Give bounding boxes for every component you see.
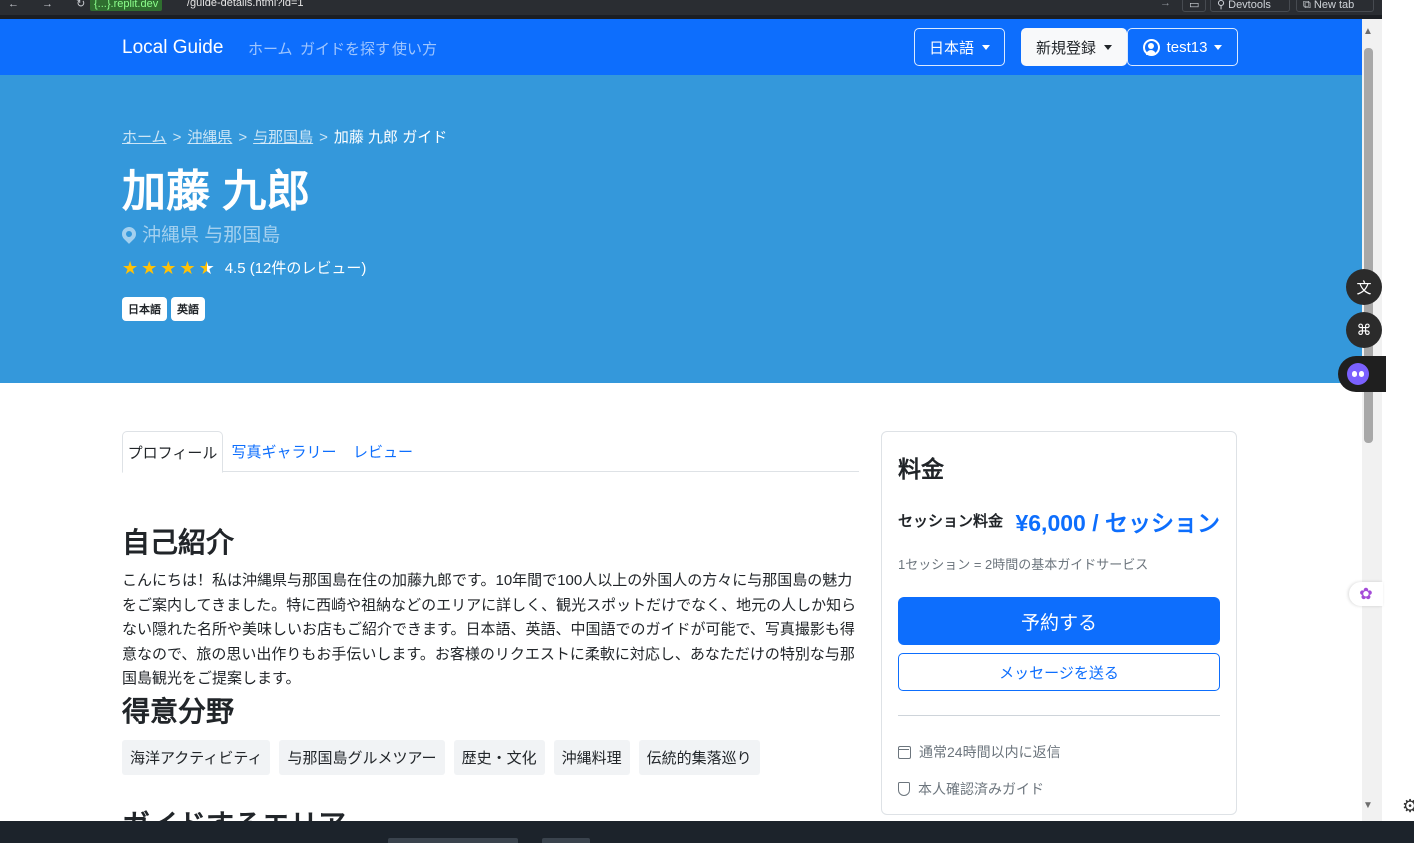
- taskbar-item[interactable]: [388, 838, 518, 843]
- devtools-label: Devtools: [1228, 0, 1271, 11]
- taskbar: [0, 821, 1414, 843]
- guide-name: 加藤 九郎: [122, 167, 311, 216]
- rating-text: 4.5 (12件のレビュー): [224, 260, 367, 277]
- star-icon: ★: [160, 257, 177, 278]
- chevron-down-icon: [982, 44, 990, 50]
- specialty-tag: 伝統的集落巡り: [638, 740, 760, 775]
- page-viewport: Local Guide ホーム ガイドを探す 使い方 日本語 新規登録 test…: [0, 19, 1362, 821]
- specialty-tag: 歴史・文化: [453, 740, 545, 775]
- session-fee-label: セッション料金: [898, 513, 1004, 530]
- browser-side-strip: [1382, 0, 1414, 843]
- breadcrumb-area[interactable]: 与那国島: [253, 129, 313, 146]
- divider: [898, 715, 1220, 716]
- session-price: ¥6,000 / セッション: [1015, 510, 1220, 536]
- language-badges: 日本語 英語: [122, 297, 205, 321]
- intro-text: こんにちは！私は沖縄県与那国島在住の加藤九郎です。10年間で100人以上の外国人…: [122, 572, 857, 687]
- guide-rating: ★ ★ ★ ★ ★ 4.5 (12件のレビュー): [122, 257, 366, 278]
- tab-profile[interactable]: プロフィール: [122, 431, 223, 473]
- language-badge: 英語: [171, 297, 205, 321]
- url-path[interactable]: /guide-details.html?id=1: [187, 0, 304, 9]
- brain-icon[interactable]: ✿: [1349, 582, 1383, 606]
- user-menu-dropdown[interactable]: test13: [1127, 28, 1238, 66]
- breadcrumb-current: 加藤 九郎 ガイド: [333, 129, 448, 146]
- translate-icon[interactable]: 文: [1346, 269, 1382, 305]
- tab-reviews[interactable]: レビュー: [344, 431, 422, 472]
- specialty-tag: 沖縄料理: [553, 740, 630, 775]
- profile-tabs: プロフィール 写真ギャラリー レビュー: [122, 431, 859, 473]
- apps-grid-icon[interactable]: ⌘: [1346, 312, 1382, 348]
- gear-icon[interactable]: ⚙: [1402, 796, 1414, 817]
- user-circle-icon: [1142, 38, 1160, 56]
- star-icon: ★: [179, 257, 196, 278]
- star-icon: ★: [141, 257, 158, 278]
- new-tab-button[interactable]: ⧉ New tab: [1296, 0, 1374, 12]
- reply-time-feature: 通常24時間以内に返信: [898, 742, 1061, 762]
- brand-logo[interactable]: Local Guide: [122, 37, 223, 59]
- areas-heading: ガイドするエリア: [122, 803, 346, 821]
- reply-time-text: 通常24時間以内に返信: [919, 744, 1061, 760]
- map-pin-icon: [119, 223, 139, 244]
- breadcrumb-home[interactable]: ホーム: [122, 129, 167, 146]
- guide-location-text: 沖縄県 与那国島: [142, 225, 281, 246]
- chevron-down-icon: [1214, 44, 1223, 50]
- shield-icon: [898, 782, 910, 796]
- assistant-widget[interactable]: [1338, 356, 1386, 392]
- session-note: 1セッション = 2時間の基本ガイドサービス: [898, 557, 1149, 572]
- nav-link-home[interactable]: ホーム: [248, 38, 293, 59]
- taskbar-item[interactable]: [542, 838, 590, 843]
- navbar: Local Guide ホーム ガイドを探す 使い方 日本語 新規登録 test…: [0, 19, 1362, 75]
- nav-link-how-to[interactable]: 使い方: [392, 38, 437, 59]
- send-message-button[interactable]: メッセージを送る: [898, 653, 1220, 691]
- specialty-tag: 海洋アクティビティ: [122, 740, 271, 775]
- book-button[interactable]: 予約する: [898, 597, 1220, 645]
- pricing-card: 料金 セッション料金 ¥6,000 / セッション 1セッション = 2時間の基…: [881, 431, 1237, 815]
- user-name: test13: [1166, 38, 1208, 56]
- star-icon: ★: [122, 257, 139, 278]
- language-badge: 日本語: [122, 297, 167, 321]
- specialty-tags: 海洋アクティビティ 与那国島グルメツアー 歴史・文化 沖縄料理 伝統的集落巡り: [122, 740, 760, 775]
- verified-feature: 本人確認済みガイド: [898, 779, 1044, 799]
- register-label: 新規登録: [1035, 39, 1096, 57]
- guide-hero: ホーム > 沖縄県 > 与那国島 > 加藤 九郎 ガイド 加藤 九郎 沖縄県 与那国島 ★ …: [0, 75, 1362, 383]
- intro-heading: 自己紹介: [122, 527, 235, 558]
- star-half-icon: ★: [198, 257, 215, 278]
- verified-text: 本人確認済みガイド: [918, 781, 1044, 797]
- language-label: 日本語: [928, 39, 974, 57]
- pricing-title: 料金: [898, 456, 944, 482]
- browser-toolbar: ← → ↻ {...}.replit.dev /guide-details.ht…: [0, 0, 1385, 15]
- cast-icon[interactable]: ▭: [1182, 0, 1206, 12]
- nav-link-find-guide[interactable]: ガイドを探す: [300, 38, 390, 59]
- new-tab-label: New tab: [1313, 0, 1355, 11]
- register-dropdown[interactable]: 新規登録: [1021, 28, 1127, 66]
- tab-photo-gallery[interactable]: 写真ギャラリー: [226, 431, 342, 472]
- calendar-icon: [898, 745, 911, 759]
- chevron-down-icon: [1104, 44, 1112, 50]
- browser-nav-icons[interactable]: ← → ↻: [8, 0, 95, 10]
- devtools-button[interactable]: ⚲ Devtools: [1210, 0, 1290, 12]
- scroll-up-icon[interactable]: ▲: [1363, 26, 1373, 37]
- scroll-down-icon[interactable]: ▼: [1363, 800, 1373, 811]
- specialties-heading: 得意分野: [122, 696, 235, 727]
- specialty-tag: 与那国島グルメツアー: [279, 740, 445, 775]
- guide-location: 沖縄県 与那国島: [119, 220, 281, 247]
- url-host[interactable]: {...}.replit.dev: [90, 0, 163, 11]
- breadcrumb: ホーム > 沖縄県 > 与那国島 > 加藤 九郎 ガイド: [122, 129, 448, 146]
- language-dropdown[interactable]: 日本語: [914, 28, 1005, 66]
- assistant-face-icon: [1347, 363, 1369, 385]
- url-go-icon[interactable]: →: [1160, 0, 1171, 9]
- breadcrumb-prefecture[interactable]: 沖縄県: [187, 129, 232, 146]
